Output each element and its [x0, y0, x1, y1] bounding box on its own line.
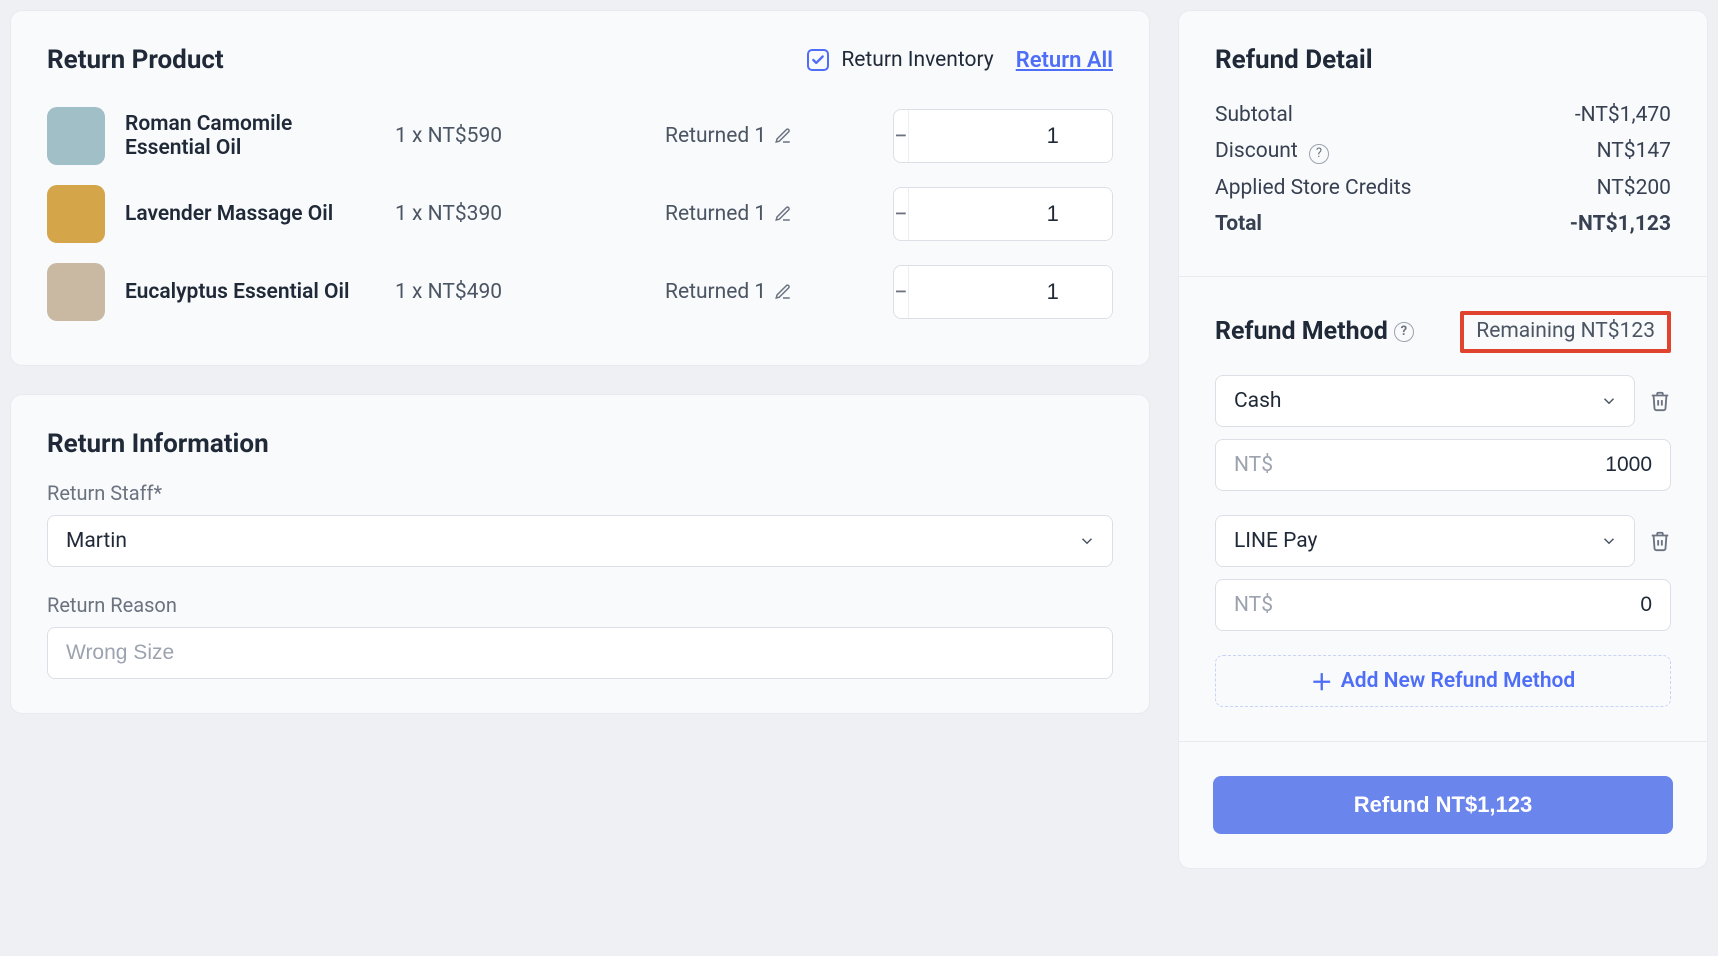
trash-icon[interactable] [1649, 530, 1671, 552]
product-name: Eucalyptus Essential Oil [125, 280, 375, 304]
refund-method-name: LINE Pay [1234, 529, 1318, 553]
return-staff-select[interactable]: Martin [47, 515, 1113, 567]
qty-input[interactable] [908, 110, 1113, 162]
return-product-header: Return Product Return Inventory Return A… [47, 45, 1113, 75]
return-information-card: Return Information Return Staff* Martin … [10, 394, 1150, 714]
subtotal-value: -NT$1,470 [1575, 103, 1671, 127]
return-product-card: Return Product Return Inventory Return A… [10, 10, 1150, 366]
refund-method-select[interactable]: Cash [1215, 375, 1635, 427]
qty-decrement-button[interactable]: − [894, 110, 908, 162]
product-price-line: 1 x NT$390 [395, 202, 645, 226]
refund-row-credits: Applied Store Credits NT$200 [1215, 170, 1671, 206]
return-inventory-label: Return Inventory [841, 48, 993, 72]
edit-icon[interactable] [774, 127, 792, 145]
refund-row-total: Total -NT$1,123 [1215, 206, 1671, 242]
chevron-down-icon [1078, 532, 1096, 550]
refund-button[interactable]: Refund NT$1,123 [1213, 776, 1673, 834]
help-icon[interactable]: ? [1394, 322, 1414, 342]
subtotal-label: Subtotal [1215, 103, 1293, 127]
qty-decrement-button[interactable]: − [894, 266, 908, 318]
add-refund-method-button[interactable]: ＋ Add New Refund Method [1215, 655, 1671, 707]
refund-method-select-row: Cash [1215, 375, 1671, 427]
refund-method-select[interactable]: LINE Pay [1215, 515, 1635, 567]
refund-method-name: Cash [1234, 389, 1282, 413]
discount-label: Discount ? [1215, 139, 1329, 164]
return-staff-value: Martin [66, 529, 127, 553]
plus-icon: ＋ [1311, 665, 1333, 697]
trash-icon[interactable] [1649, 390, 1671, 412]
refund-panel: Refund Detail Subtotal -NT$1,470 Discoun… [1178, 10, 1708, 869]
edit-icon[interactable] [774, 205, 792, 223]
refund-method-select-row: LINE Pay [1215, 515, 1671, 567]
return-all-link[interactable]: Return All [1016, 48, 1113, 73]
total-label: Total [1215, 212, 1262, 236]
return-reason-input[interactable] [47, 627, 1113, 679]
product-thumb [47, 185, 105, 243]
refund-detail-title: Refund Detail [1215, 45, 1671, 75]
quantity-stepper: − + [893, 187, 1113, 241]
product-row: Lavender Massage Oil 1 x NT$390 Returned… [47, 175, 1113, 253]
quantity-stepper: − + [893, 109, 1113, 163]
refund-method-title-wrap: Refund Method ? [1215, 317, 1414, 346]
credits-value: NT$200 [1597, 176, 1671, 200]
refund-amount-input-wrap: NT$ [1215, 579, 1671, 631]
refund-method-block: Cash NT$ [1215, 375, 1671, 491]
product-returned: Returned 1 [665, 202, 873, 226]
product-row: Roman Camomile Essential Oil 1 x NT$590 … [47, 97, 1113, 175]
return-product-title: Return Product [47, 45, 224, 75]
refund-action-section: Refund NT$1,123 [1179, 742, 1707, 868]
qty-input[interactable] [908, 266, 1113, 318]
product-price-line: 1 x NT$490 [395, 280, 645, 304]
refund-method-title: Refund Method [1215, 317, 1388, 346]
return-staff-label: Return Staff* [47, 481, 1113, 505]
checkbox-checked-icon [807, 49, 829, 71]
return-product-header-actions: Return Inventory Return All [807, 48, 1113, 73]
amount-prefix: NT$ [1234, 453, 1273, 477]
refund-detail-section: Refund Detail Subtotal -NT$1,470 Discoun… [1179, 11, 1707, 276]
refund-row-discount: Discount ? NT$147 [1215, 133, 1671, 170]
product-returned: Returned 1 [665, 280, 873, 304]
add-refund-method-label: Add New Refund Method [1341, 669, 1576, 693]
product-returned: Returned 1 [665, 124, 873, 148]
quantity-stepper: − + [893, 265, 1113, 319]
return-reason-label: Return Reason [47, 593, 1113, 617]
chevron-down-icon [1600, 392, 1618, 410]
product-name: Roman Camomile Essential Oil [125, 112, 375, 160]
product-thumb [47, 263, 105, 321]
product-returned-text: Returned 1 [665, 280, 766, 304]
product-name: Lavender Massage Oil [125, 202, 375, 226]
return-info-title: Return Information [47, 429, 1113, 459]
refund-method-block: LINE Pay NT$ [1215, 515, 1671, 631]
qty-input[interactable] [908, 188, 1113, 240]
discount-value: NT$147 [1597, 139, 1671, 163]
refund-row-subtotal: Subtotal -NT$1,470 [1215, 97, 1671, 133]
total-value: -NT$1,123 [1570, 212, 1671, 236]
product-row: Eucalyptus Essential Oil 1 x NT$490 Retu… [47, 253, 1113, 331]
refund-amount-input-wrap: NT$ [1215, 439, 1671, 491]
product-price-line: 1 x NT$590 [395, 124, 645, 148]
chevron-down-icon [1600, 532, 1618, 550]
remaining-badge: Remaining NT$123 [1460, 311, 1671, 353]
product-thumb [47, 107, 105, 165]
refund-method-section: Refund Method ? Remaining NT$123 Cash [1179, 277, 1707, 741]
help-icon[interactable]: ? [1309, 144, 1329, 164]
refund-amount-input[interactable] [1273, 453, 1652, 477]
amount-prefix: NT$ [1234, 593, 1273, 617]
credits-label: Applied Store Credits [1215, 176, 1411, 200]
return-inventory-checkbox-wrap[interactable]: Return Inventory [807, 48, 993, 72]
refund-amount-input[interactable] [1273, 593, 1652, 617]
refund-method-header: Refund Method ? Remaining NT$123 [1215, 311, 1671, 353]
edit-icon[interactable] [774, 283, 792, 301]
qty-decrement-button[interactable]: − [894, 188, 908, 240]
product-returned-text: Returned 1 [665, 124, 766, 148]
product-returned-text: Returned 1 [665, 202, 766, 226]
